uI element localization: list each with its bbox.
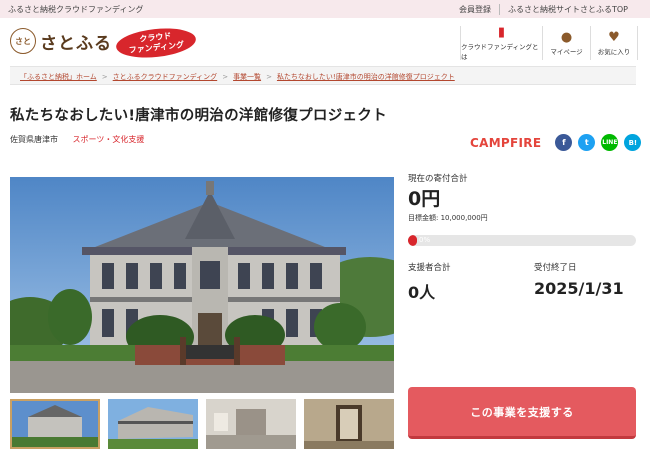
thumbnail-image bbox=[10, 399, 100, 449]
heart-icon: ♥ bbox=[608, 30, 620, 45]
breadcrumb: 「ふるさと納税」ホーム > さとふるクラウドファンディング > 事業一覧 > 私たちなおした… bbox=[10, 66, 636, 85]
breadcrumb-current[interactable]: 私たちなおしたい!唐津市の明治の洋館修復プロジェクト bbox=[277, 73, 455, 81]
breadcrumb-separator: > bbox=[266, 73, 272, 81]
progress-fill bbox=[408, 235, 417, 246]
nav-about-crowdfunding[interactable]: ▮ クラウドファンディングとは bbox=[460, 25, 542, 61]
book-icon: ▮ bbox=[497, 25, 506, 40]
thumbnail[interactable] bbox=[108, 399, 198, 449]
nav-label: クラウドファンディングとは bbox=[461, 43, 539, 61]
total-donation-value: 0円 bbox=[408, 188, 441, 210]
site-logo[interactable]: さと さとふる bbox=[10, 28, 112, 54]
project-meta: 佐賀県唐津市 スポーツ・文化支援 bbox=[10, 134, 144, 145]
top-links: 会員登録 ふるさと納税サイトさとふるTOP bbox=[451, 4, 636, 15]
thumbnail-image bbox=[108, 399, 198, 449]
site-header: さと さとふる クラウド ファンディング ▮ クラウドファンディングとは ● マ… bbox=[0, 18, 650, 66]
line-share-icon[interactable]: LINE bbox=[601, 134, 619, 151]
share-bar: CAMPFIRE f t LINE B! bbox=[470, 134, 642, 151]
breadcrumb-home[interactable]: 「ふるさと納税」ホーム bbox=[20, 73, 97, 81]
prefecture-label: 佐賀県唐津市 bbox=[10, 135, 58, 144]
logo-text: さとふる bbox=[40, 33, 112, 54]
supporters-value: 0人 bbox=[408, 283, 436, 302]
breadcrumb-crowdfunding[interactable]: さとふるクラウドファンディング bbox=[113, 73, 218, 81]
deadline-label: 受付終了日 bbox=[534, 263, 577, 273]
thumbnail-strip bbox=[10, 399, 394, 449]
thumbnail-image bbox=[206, 399, 296, 449]
western-mansion-photo bbox=[10, 177, 394, 393]
funding-stats: 現在の寄付合計 0円 目標金額: 10,000,000円 0% bbox=[408, 172, 636, 246]
campfire-logo: CAMPFIRE bbox=[470, 135, 542, 150]
satofull-top-link[interactable]: ふるさと納税サイトさとふるTOP bbox=[498, 4, 636, 15]
thumbnail[interactable] bbox=[10, 399, 100, 449]
main-project-image bbox=[10, 177, 394, 393]
facebook-share-icon[interactable]: f bbox=[555, 134, 573, 151]
total-donation-label: 現在の寄付合計 bbox=[408, 174, 468, 184]
nav-mypage[interactable]: ● マイページ bbox=[542, 26, 590, 60]
crowdfunding-badge[interactable]: クラウド ファンディング bbox=[114, 24, 198, 62]
breadcrumb-list[interactable]: 事業一覧 bbox=[233, 73, 261, 81]
person-icon: ● bbox=[560, 30, 573, 45]
nav-favorites[interactable]: ♥ お気に入り bbox=[590, 26, 638, 60]
support-project-button[interactable]: この事業を支援する bbox=[408, 387, 636, 439]
breadcrumb-separator: > bbox=[222, 73, 229, 81]
hatena-share-icon[interactable]: B! bbox=[624, 134, 642, 151]
supporters-block: 支援者合計 0人 bbox=[408, 261, 451, 303]
breadcrumb-separator: > bbox=[101, 73, 108, 81]
category-link[interactable]: スポーツ・文化支援 bbox=[73, 135, 145, 144]
top-bar: ふるさと納税クラウドファンディング 会員登録 ふるさと納税サイトさとふるTOP bbox=[0, 0, 650, 18]
nav-label: マイページ bbox=[550, 48, 583, 56]
deadline-value: 2025/1/31 bbox=[534, 279, 624, 298]
header-nav: ▮ クラウドファンディングとは ● マイページ ♥ お気に入り bbox=[460, 25, 638, 61]
progress-percent: 0% bbox=[419, 236, 431, 244]
site-tagline: ふるさと納税クラウドファンディング bbox=[8, 5, 144, 14]
page-title: 私たちなおしたい!唐津市の明治の洋館修復プロジェクト bbox=[10, 108, 387, 124]
funding-progress-bar: 0% bbox=[408, 235, 636, 246]
deadline-block: 受付終了日 2025/1/31 bbox=[534, 261, 624, 298]
supporters-label: 支援者合計 bbox=[408, 263, 451, 273]
twitter-share-icon[interactable]: t bbox=[578, 134, 596, 151]
thumbnail[interactable] bbox=[304, 399, 394, 449]
nav-label: お気に入り bbox=[597, 48, 631, 56]
thumbnail-image bbox=[304, 399, 394, 449]
register-link[interactable]: 会員登録 bbox=[451, 4, 499, 15]
goal-amount: 目標金額: 10,000,000円 bbox=[408, 214, 488, 222]
thumbnail[interactable] bbox=[206, 399, 296, 449]
logo-mark-icon: さと bbox=[10, 28, 36, 54]
